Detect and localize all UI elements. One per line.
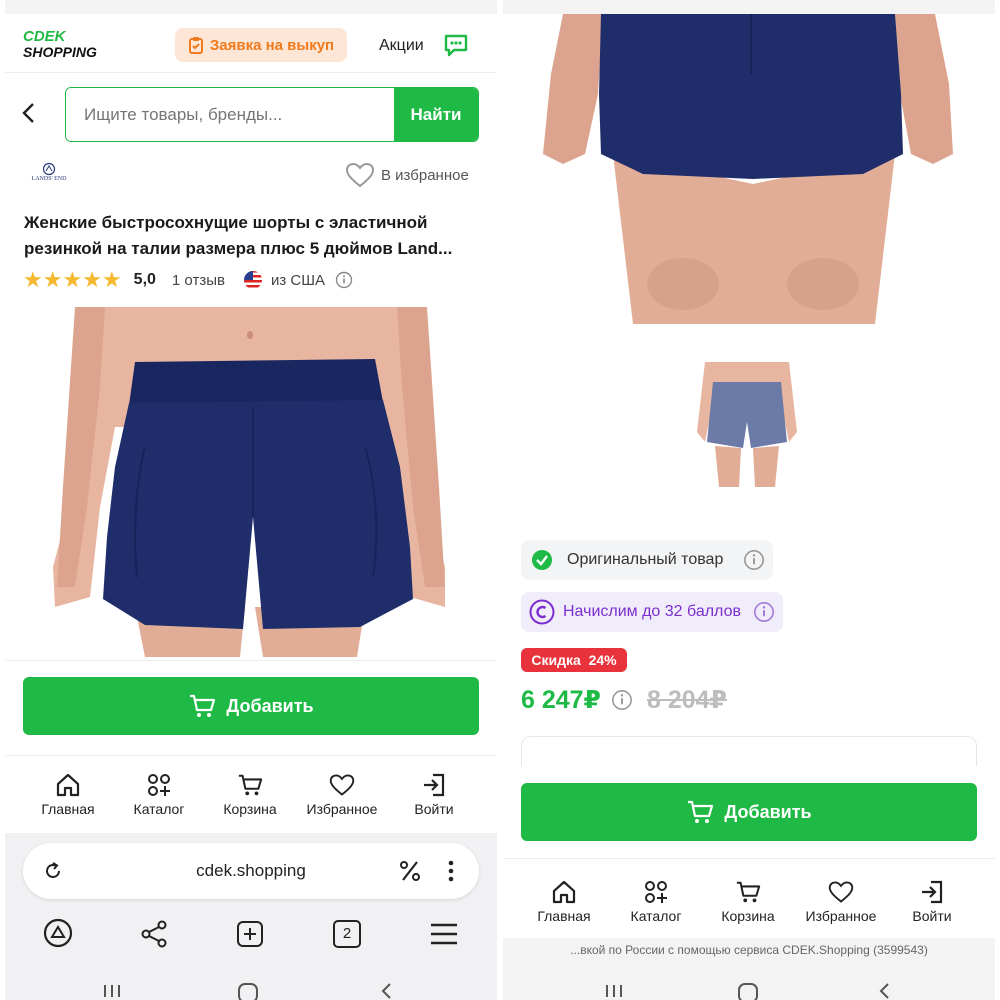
- nav-favorites[interactable]: Избранное: [297, 772, 387, 817]
- heart-icon: [828, 881, 854, 903]
- nav-home[interactable]: Главная: [23, 772, 113, 817]
- home-icon: [56, 773, 80, 797]
- bonus-coin-icon: [529, 599, 555, 625]
- bottom-nav: Главная Каталог Корзина Избранное Войти: [503, 858, 995, 938]
- star-icon: ★: [101, 267, 122, 292]
- nav-catalog[interactable]: Каталог: [114, 772, 204, 817]
- share-icon[interactable]: [140, 920, 168, 948]
- right-screenshot-panel: Оригинальный товар Начислим до 32 баллов…: [503, 0, 995, 1000]
- search-box: Найти: [65, 87, 479, 142]
- system-back-icon[interactable]: [877, 982, 891, 1000]
- product-title: Женские быстросохнущие шорты с эластично…: [24, 213, 453, 258]
- cart-icon: [238, 774, 263, 796]
- catalog-icon: [645, 881, 667, 903]
- heart-outline-icon: [345, 162, 375, 188]
- add-to-cart-button[interactable]: Добавить: [23, 677, 479, 735]
- bonus-points-badge[interactable]: Начислим до 32 баллов: [521, 592, 783, 632]
- model-shorts-illustration: [53, 307, 445, 657]
- add-to-favorites-button[interactable]: В избранное: [345, 162, 469, 188]
- login-icon: [922, 880, 943, 904]
- nav-cart[interactable]: Корзина: [703, 879, 793, 924]
- search-input[interactable]: [66, 88, 394, 141]
- menu-icon[interactable]: [429, 922, 459, 946]
- percent-icon[interactable]: [399, 859, 421, 883]
- left-screenshot-panel: CDEK SHOPPING Заявка на выкуп Акции Найт…: [5, 0, 497, 1000]
- home-button-icon[interactable]: [237, 982, 259, 1000]
- nav-catalog[interactable]: Каталог: [611, 879, 701, 924]
- old-price: 8 204₽: [646, 686, 727, 714]
- more-vert-icon[interactable]: [447, 859, 455, 883]
- add-to-cart-button[interactable]: Добавить: [521, 783, 977, 841]
- nav-favorites[interactable]: Избранное: [796, 879, 886, 924]
- product-image-continued[interactable]: [503, 14, 995, 324]
- home-icon: [552, 880, 576, 904]
- clipboard-icon: [188, 37, 203, 54]
- thumbnail-shorts-illustration: [697, 362, 797, 487]
- nav-login[interactable]: Войти: [389, 772, 479, 817]
- nav-home[interactable]: Главная: [519, 879, 609, 924]
- original-product-badge[interactable]: Оригинальный товар: [521, 540, 773, 580]
- product-thumbnail[interactable]: [693, 362, 801, 487]
- status-bar: [503, 0, 995, 14]
- system-back-icon[interactable]: [379, 982, 393, 1000]
- promo-link[interactable]: Акции: [379, 37, 424, 55]
- discount-badge: Скидка 24%: [521, 648, 627, 672]
- recent-apps-icon[interactable]: [603, 983, 625, 997]
- price-row: 6 247₽ 8 204₽: [521, 684, 727, 716]
- star-icon: ★: [23, 267, 43, 292]
- bottom-nav: Главная Каталог Корзина Избранное Войти: [5, 755, 497, 833]
- header-divider: [5, 72, 497, 73]
- check-circle-icon: [532, 550, 552, 570]
- search-button[interactable]: Найти: [394, 88, 478, 141]
- star-icon: ★: [82, 267, 102, 292]
- info-icon[interactable]: [611, 689, 633, 711]
- cart-icon: [190, 694, 216, 717]
- model-shorts-illustration: [543, 14, 953, 324]
- nav-login[interactable]: Войти: [887, 879, 977, 924]
- footer-text: ...вкой по России с помощью сервиса CDEK…: [570, 943, 928, 957]
- new-tab-icon[interactable]: [236, 920, 264, 948]
- info-icon[interactable]: [753, 601, 775, 623]
- chat-icon[interactable]: [443, 32, 469, 58]
- browser-home-icon[interactable]: [43, 918, 73, 948]
- tab-counter[interactable]: 2: [333, 920, 361, 948]
- back-arrow-icon[interactable]: [21, 102, 37, 124]
- reviews-link[interactable]: 1 отзыв: [172, 272, 225, 289]
- star-icon: ★: [42, 267, 63, 292]
- nav-cart[interactable]: Корзина: [205, 772, 295, 817]
- buyout-request-button[interactable]: Заявка на выкуп: [175, 28, 347, 62]
- cart-icon: [736, 881, 761, 903]
- us-flag-icon: [243, 271, 262, 289]
- info-icon[interactable]: [335, 271, 353, 289]
- rating-row: ★ ★ ★ ★ ★ 5,0 1 отзыв из США: [23, 268, 353, 292]
- cart-icon: [688, 800, 714, 823]
- login-icon: [424, 773, 445, 797]
- rating-value: 5,0: [133, 271, 156, 288]
- brand-emblem-icon: [42, 162, 56, 176]
- product-image[interactable]: [5, 307, 497, 657]
- recent-apps-icon[interactable]: [101, 983, 123, 997]
- catalog-icon: [148, 774, 170, 796]
- heart-icon: [329, 774, 355, 796]
- cdek-shopping-logo[interactable]: CDEK SHOPPING: [23, 29, 113, 64]
- current-price: 6 247₽: [521, 686, 601, 714]
- home-button-icon[interactable]: [737, 982, 759, 1000]
- origin-label: из США: [270, 271, 325, 289]
- status-bar: [5, 0, 497, 14]
- star-icon: ★: [62, 267, 83, 292]
- brand-logo[interactable]: LANDS' END: [27, 162, 71, 190]
- info-icon[interactable]: [743, 549, 765, 571]
- browser-address-bar[interactable]: cdek.shopping: [23, 843, 479, 899]
